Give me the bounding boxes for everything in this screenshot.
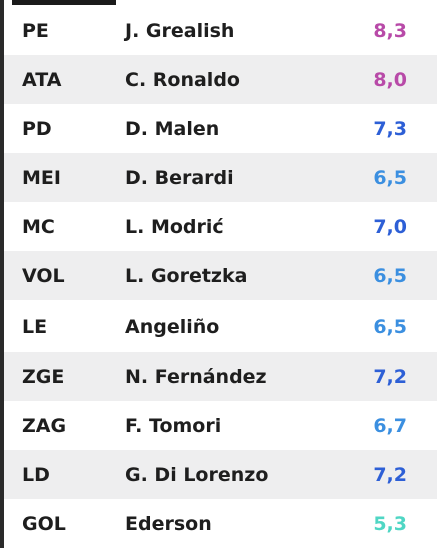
- position-label: PE: [22, 19, 49, 42]
- player-name: D. Berardi: [125, 166, 234, 189]
- player-rating: 7,0: [373, 215, 407, 238]
- player-rating: 6,7: [373, 414, 407, 437]
- player-row[interactable]: PE J. Grealish 8,3: [4, 6, 437, 55]
- player-rating: 7,2: [373, 365, 407, 388]
- player-name: Ederson: [125, 512, 212, 535]
- player-name: L. Goretzka: [125, 264, 248, 287]
- player-row[interactable]: LE Angeliño 6,5: [4, 302, 437, 351]
- player-row[interactable]: MC L. Modrić 7,0: [4, 202, 437, 251]
- position-label: LE: [22, 315, 48, 338]
- lineup-list: PE J. Grealish 8,3 ATA C. Ronaldo 8,0 PD…: [4, 6, 437, 548]
- player-rating: 6,5: [373, 166, 407, 189]
- player-row[interactable]: ZAG F. Tomori 6,7: [4, 401, 437, 450]
- player-name: N. Fernández: [125, 365, 267, 388]
- player-name: G. Di Lorenzo: [125, 463, 269, 486]
- player-rating: 8,0: [373, 68, 407, 91]
- player-row[interactable]: PD D. Malen 7,3: [4, 104, 437, 153]
- position-label: ZGE: [22, 365, 65, 388]
- position-label: VOL: [22, 264, 65, 287]
- player-name: Angeliño: [125, 315, 220, 338]
- player-rating: 8,3: [373, 19, 407, 42]
- player-row[interactable]: VOL L. Goretzka 6,5: [4, 251, 437, 300]
- player-rating: 7,3: [373, 117, 407, 140]
- player-rating: 6,5: [373, 315, 407, 338]
- player-row[interactable]: LD G. Di Lorenzo 7,2: [4, 450, 437, 499]
- position-label: MEI: [22, 166, 61, 189]
- position-label: GOL: [22, 512, 66, 535]
- position-label: ZAG: [22, 414, 67, 437]
- player-row[interactable]: ZGE N. Fernández 7,2: [4, 352, 437, 401]
- position-label: PD: [22, 117, 52, 140]
- position-label: LD: [22, 463, 50, 486]
- player-name: L. Modrić: [125, 215, 224, 238]
- player-name: J. Grealish: [125, 19, 235, 42]
- player-rating: 6,5: [373, 264, 407, 287]
- player-name: F. Tomori: [125, 414, 222, 437]
- active-tab-indicator: [12, 0, 116, 5]
- lineup-ratings-panel: PE J. Grealish 8,3 ATA C. Ronaldo 8,0 PD…: [0, 0, 437, 548]
- player-row[interactable]: ATA C. Ronaldo 8,0: [4, 55, 437, 104]
- player-name: C. Ronaldo: [125, 68, 240, 91]
- player-rating: 5,3: [373, 512, 407, 535]
- player-row[interactable]: GOL Ederson 5,3: [4, 499, 437, 548]
- player-name: D. Malen: [125, 117, 220, 140]
- player-row[interactable]: MEI D. Berardi 6,5: [4, 153, 437, 202]
- player-rating: 7,2: [373, 463, 407, 486]
- position-label: MC: [22, 215, 55, 238]
- position-label: ATA: [22, 68, 62, 91]
